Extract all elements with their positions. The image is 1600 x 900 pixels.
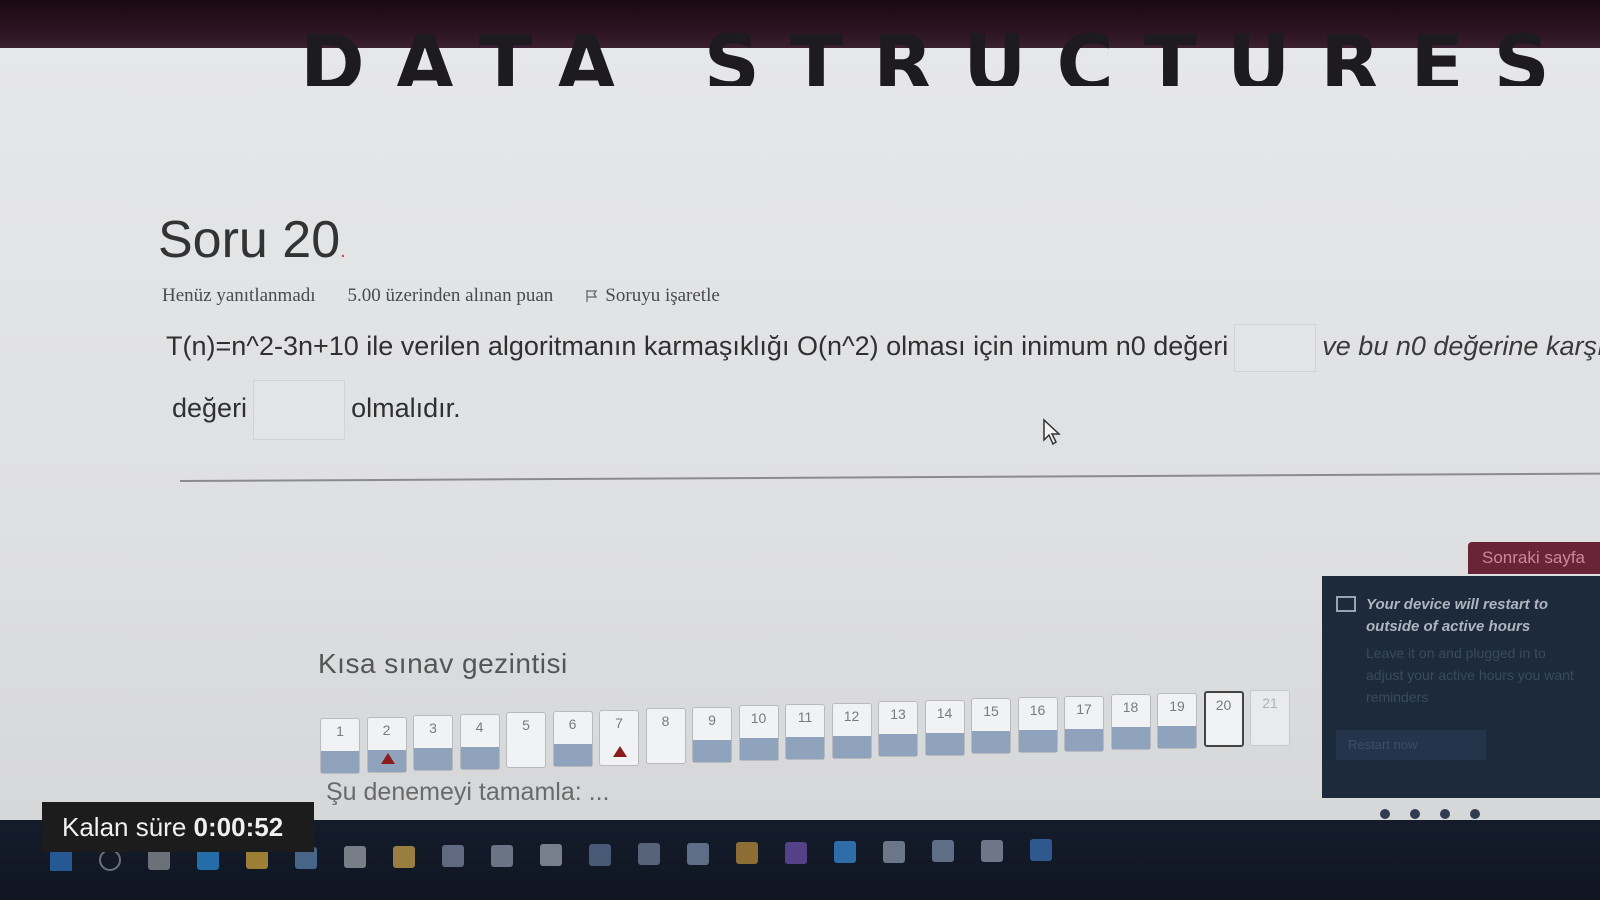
quiz-nav-button-2[interactable]: 2 [366, 716, 407, 773]
quiz-nav-label: 7 [615, 714, 623, 731]
quiz-nav-button-16[interactable]: 16 [1017, 697, 1058, 753]
quiz-nav-button-14[interactable]: 14 [924, 699, 965, 756]
app-icon[interactable] [344, 846, 366, 868]
chrome-alt-icon[interactable] [540, 844, 562, 866]
quiz-nav-label: 2 [382, 721, 391, 738]
system-tray [1380, 806, 1580, 822]
quiz-nav-label: 8 [661, 713, 670, 730]
tray-icon[interactable] [1380, 809, 1390, 819]
quiz-nav-button-4[interactable]: 4 [459, 713, 500, 770]
quiz-nav-button-18[interactable]: 18 [1110, 694, 1151, 751]
notification-body: Leave it on and plugged in to adjust you… [1366, 645, 1574, 705]
windows-start-icon[interactable] [50, 849, 72, 871]
quiz-nav-button-17[interactable]: 17 [1064, 695, 1104, 752]
notepad-icon[interactable] [687, 842, 709, 865]
quiz-nav-button-1[interactable]: 1 [320, 718, 360, 774]
security-icon[interactable] [442, 845, 464, 867]
tray-icon[interactable] [1470, 809, 1480, 819]
quiz-nav-label: 15 [983, 703, 999, 720]
visual-studio-icon[interactable] [785, 841, 807, 864]
quiz-nav-label: 3 [429, 720, 437, 737]
quiz-nav-button-6[interactable]: 6 [552, 711, 593, 767]
question-text-end: olmalıdır. [351, 393, 461, 424]
quiz-nav-button-13[interactable]: 13 [878, 701, 918, 758]
flag-question-link[interactable]: Soruyu işaretle [585, 285, 720, 307]
app-icon-3[interactable] [1030, 839, 1052, 861]
timer-label: Kalan süre [62, 812, 187, 842]
calculator-icon[interactable] [883, 840, 905, 863]
quiz-nav-button-11[interactable]: 11 [785, 704, 825, 760]
restart-now-button[interactable]: Restart now [1336, 730, 1486, 760]
quiz-nav-button-9[interactable]: 9 [692, 706, 732, 763]
quiz-nav-button-5[interactable]: 5 [506, 712, 546, 769]
quiz-nav-label: 20 [1215, 697, 1232, 714]
quiz-nav-label: 1 [336, 723, 344, 739]
quiz-nav-button-7[interactable]: 7 [599, 709, 639, 766]
quiz-nav-button-10[interactable]: 10 [738, 705, 779, 762]
tray-icon[interactable] [1410, 809, 1420, 819]
finish-attempt-link[interactable]: Şu denemeyi tamamla: ... [326, 778, 609, 807]
quiz-nav-label: 10 [750, 710, 767, 727]
quiz-nav-label: 17 [1076, 700, 1092, 717]
tray-icon[interactable] [1440, 809, 1450, 819]
quiz-nav-button-19[interactable]: 19 [1157, 692, 1197, 749]
restart-notification: Your device will restart to outside of a… [1322, 576, 1600, 798]
quiz-nav-label: 4 [475, 718, 484, 735]
answer-input-c[interactable] [253, 380, 346, 440]
question-text-continued: ve bu n0 değerine karşı [1322, 331, 1600, 362]
question-text-line2: değeri olmalıdır. [172, 380, 461, 440]
quiz-nav-label: 11 [797, 709, 813, 725]
quiz-nav-button-20[interactable]: 20 [1203, 691, 1244, 748]
question-title: Soru 20. [158, 210, 346, 270]
quiz-nav-label: 19 [1169, 697, 1185, 714]
save-icon[interactable] [589, 843, 611, 866]
vscode-icon[interactable] [834, 841, 856, 863]
chrome-icon[interactable] [491, 844, 513, 867]
question-points: 5.00 üzerinden alınan puan [347, 285, 554, 306]
shield-icon[interactable] [393, 845, 415, 868]
notification-title: Your device will restart to outside of a… [1366, 596, 1548, 635]
quiz-nav-button-21[interactable]: 21 [1250, 690, 1290, 746]
quiz-navigation-title: Kısa sınav gezintisi [318, 648, 568, 679]
quiz-nav-button-3[interactable]: 3 [413, 715, 453, 772]
question-text-value-label: değeri [172, 393, 248, 424]
quiz-nav-label: 21 [1262, 695, 1278, 711]
quiz-nav-button-8[interactable]: 8 [645, 708, 686, 765]
question-text-start: T(n)=n^2-3n+10 ile verilen algoritmanın … [166, 331, 1229, 362]
quiz-nav-button-12[interactable]: 12 [831, 702, 872, 759]
next-page-button[interactable]: Sonraki sayfa [1468, 542, 1600, 574]
minus-app-icon[interactable] [981, 839, 1003, 862]
question-title-text: Soru 20 [158, 211, 341, 269]
flag-marker-icon [613, 745, 627, 757]
quiz-nav-label: 5 [522, 717, 530, 734]
flag-question-label: Soruyu işaretle [605, 285, 720, 306]
quiz-nav-label: 16 [1029, 702, 1046, 718]
quiz-nav-button-15[interactable]: 15 [971, 698, 1011, 755]
quiz-nav-label: 12 [843, 707, 860, 724]
question-dot: . [340, 240, 346, 262]
quiz-nav-label: 13 [890, 706, 906, 723]
time-remaining: Kalan süre 0:00:52 [42, 802, 314, 852]
quiz-navigation-grid: 1 2 3 4 5 6 7 8 9 10 11 12 13 14 15 16 17 18 19 20 21 [320, 690, 1310, 774]
mouse-cursor-icon [1043, 418, 1061, 446]
quiz-nav-label: 14 [936, 704, 953, 721]
question-text-line1: T(n)=n^2-3n+10 ile verilen algoritmanın … [166, 324, 1600, 372]
quiz-nav-label: 18 [1122, 699, 1139, 716]
course-banner: DATA STRUCTURES [300, 26, 1580, 86]
question-status: Henüz yanıtlanmadı [162, 285, 316, 306]
flag-icon [586, 290, 598, 302]
quiz-nav-label: 9 [708, 711, 716, 728]
timer-value: 0:00:52 [193, 812, 284, 842]
update-icon [1336, 596, 1356, 612]
answer-input-n0[interactable] [1234, 324, 1317, 372]
app-icon-2[interactable] [736, 842, 758, 864]
question-info: Henüz yanıtlanmadı 5.00 üzerinden alınan… [162, 285, 720, 307]
quiz-nav-label: 6 [568, 716, 577, 732]
app-alt-icon[interactable] [638, 843, 660, 865]
flag-marker-icon [380, 752, 395, 764]
grid-app-icon[interactable] [932, 840, 954, 862]
